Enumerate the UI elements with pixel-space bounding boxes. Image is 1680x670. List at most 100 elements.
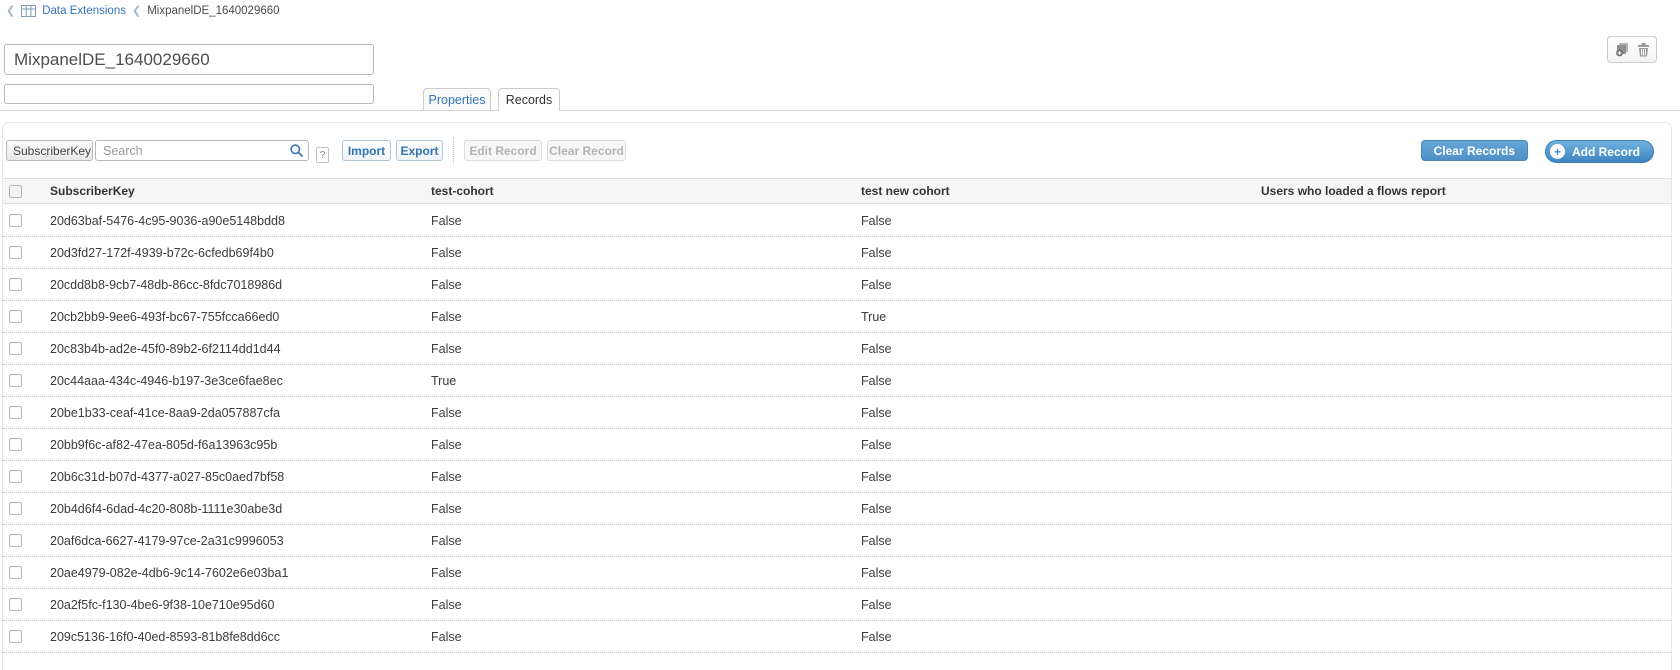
cell-test-new-cohort: False: [861, 406, 1261, 420]
row-checkbox[interactable]: [9, 598, 22, 611]
breadcrumb-separator-icon: ❮: [132, 6, 141, 17]
row-checkbox[interactable]: [9, 278, 22, 291]
copy-icon[interactable]: [1615, 42, 1630, 57]
row-checkbox[interactable]: [9, 502, 22, 515]
cell-subscriberkey: 20cb2bb9-9ee6-493f-bc67-755fcca66ed0: [50, 310, 431, 324]
cell-subscriberkey: 20c83b4b-ad2e-45f0-89b2-6f2114dd1d44: [50, 342, 431, 356]
add-record-button[interactable]: + Add Record: [1545, 140, 1654, 163]
row-checkbox[interactable]: [9, 214, 22, 227]
cell-test-cohort: False: [431, 502, 861, 516]
edit-record-button[interactable]: Edit Record: [464, 140, 542, 161]
cell-test-cohort: False: [431, 566, 861, 580]
cell-test-new-cohort: False: [861, 214, 1261, 228]
header-action-group: [1607, 36, 1657, 63]
column-header-users-flows-report[interactable]: Users who loaded a flows report: [1261, 184, 1671, 198]
row-checkbox[interactable]: [9, 470, 22, 483]
row-checkbox[interactable]: [9, 630, 22, 643]
table-row[interactable]: 20cdd8b8-9cb7-48db-86cc-8fdc7018986d Fal…: [3, 269, 1671, 301]
table-row[interactable]: 20d63baf-5476-4c95-9036-a90e5148bdd8 Fal…: [3, 205, 1671, 237]
back-chevron-icon[interactable]: ❮: [6, 6, 15, 17]
cell-test-new-cohort: False: [861, 534, 1261, 548]
row-checkbox[interactable]: [9, 566, 22, 579]
breadcrumb-data-extensions-link[interactable]: Data Extensions: [42, 5, 126, 17]
toolbar-separator: [453, 137, 454, 163]
table-row[interactable]: 20c83b4b-ad2e-45f0-89b2-6f2114dd1d44 Fal…: [3, 333, 1671, 365]
plus-icon: +: [1550, 144, 1565, 159]
data-extensions-icon: [21, 5, 36, 17]
extension-description-field[interactable]: [4, 84, 374, 104]
select-all-checkbox[interactable]: [9, 185, 22, 198]
breadcrumb: ❮ Data Extensions ❮ MixpanelDE_164002966…: [6, 3, 280, 19]
cell-test-new-cohort: False: [861, 374, 1261, 388]
cell-subscriberkey: 20ae4979-082e-4db6-9c14-7602e6e03ba1: [50, 566, 431, 580]
table-row[interactable]: 20bb9f6c-af82-47ea-805d-f6a13963c95b Fal…: [3, 429, 1671, 461]
cell-test-new-cohort: False: [861, 278, 1261, 292]
records-panel: SubscriberKey ▾ ? Import Export Edit Rec…: [2, 122, 1672, 670]
cell-subscriberkey: 20af6dca-6627-4179-97ce-2a31c9996053: [50, 534, 431, 548]
cell-subscriberkey: 20d3fd27-172f-4939-b72c-6cfedb69f4b0: [50, 246, 431, 260]
tab-records[interactable]: Records: [498, 88, 560, 111]
table-row[interactable]: 20a2f5fc-f130-4be6-9f38-10e710e95d60 Fal…: [3, 589, 1671, 621]
table-row[interactable]: 20c44aaa-434c-4946-b197-3e3ce6fae8ec Tru…: [3, 365, 1671, 397]
search-icon[interactable]: [289, 143, 305, 159]
tab-properties[interactable]: Properties: [423, 88, 491, 110]
row-checkbox[interactable]: [9, 310, 22, 323]
table-row[interactable]: 20ae4979-082e-4db6-9c14-7602e6e03ba1 Fal…: [3, 557, 1671, 589]
table-row[interactable]: 20d3fd27-172f-4939-b72c-6cfedb69f4b0 Fal…: [3, 237, 1671, 269]
table-row[interactable]: 20b4d6f4-6dad-4c20-808b-1111e30abe3d Fal…: [3, 493, 1671, 525]
row-checkbox[interactable]: [9, 438, 22, 451]
cell-test-new-cohort: False: [861, 630, 1261, 644]
column-header-subscriberkey[interactable]: SubscriberKey: [50, 184, 431, 198]
table-row[interactable]: 20cb2bb9-9ee6-493f-bc67-755fcca66ed0 Fal…: [3, 301, 1671, 333]
tab-divider: [0, 110, 1680, 111]
cell-test-cohort: False: [431, 342, 861, 356]
cell-test-cohort: False: [431, 406, 861, 420]
table-row[interactable]: 20af6dca-6627-4179-97ce-2a31c9996053 Fal…: [3, 525, 1671, 557]
cell-subscriberkey: 20b6c31d-b07d-4377-a027-85c0aed7bf58: [50, 470, 431, 484]
import-button[interactable]: Import: [342, 140, 391, 161]
column-header-test-cohort[interactable]: test-cohort: [431, 184, 861, 198]
cell-test-new-cohort: False: [861, 438, 1261, 452]
extension-name-field[interactable]: [4, 44, 374, 75]
table-row[interactable]: 20b6c31d-b07d-4377-a027-85c0aed7bf58 Fal…: [3, 461, 1671, 493]
cell-test-new-cohort: False: [861, 246, 1261, 260]
cell-subscriberkey: 209c5136-16f0-40ed-8593-81b8fe8dd6cc: [50, 630, 431, 644]
cell-subscriberkey: 20cdd8b8-9cb7-48db-86cc-8fdc7018986d: [50, 278, 431, 292]
table-body: 20d63baf-5476-4c95-9036-a90e5148bdd8 Fal…: [3, 205, 1671, 653]
cell-test-cohort: False: [431, 438, 861, 452]
cell-test-cohort: False: [431, 630, 861, 644]
table-row[interactable]: 20be1b33-ceaf-41ce-8aa9-2da057887cfa Fal…: [3, 397, 1671, 429]
clear-records-button[interactable]: Clear Records: [1421, 140, 1528, 161]
cell-test-new-cohort: False: [861, 598, 1261, 612]
row-checkbox[interactable]: [9, 374, 22, 387]
cell-test-cohort: False: [431, 214, 861, 228]
table-row[interactable]: 209c5136-16f0-40ed-8593-81b8fe8dd6cc Fal…: [3, 621, 1671, 653]
cell-test-cohort: False: [431, 310, 861, 324]
row-checkbox[interactable]: [9, 342, 22, 355]
add-record-label: Add Record: [1572, 145, 1640, 159]
search-input[interactable]: [95, 140, 309, 161]
cell-test-new-cohort: False: [861, 502, 1261, 516]
cell-subscriberkey: 20d63baf-5476-4c95-9036-a90e5148bdd8: [50, 214, 431, 228]
row-checkbox[interactable]: [9, 534, 22, 547]
search-field-dropdown[interactable]: SubscriberKey ▾: [6, 140, 93, 161]
column-header-test-new-cohort[interactable]: test new cohort: [861, 184, 1261, 198]
cell-test-new-cohort: False: [861, 470, 1261, 484]
cell-test-cohort: False: [431, 598, 861, 612]
cell-test-new-cohort: False: [861, 342, 1261, 356]
cell-subscriberkey: 20be1b33-ceaf-41ce-8aa9-2da057887cfa: [50, 406, 431, 420]
cell-subscriberkey: 20a2f5fc-f130-4be6-9f38-10e710e95d60: [50, 598, 431, 612]
search-box: [95, 140, 309, 161]
table-header-row: SubscriberKey test-cohort test new cohor…: [3, 178, 1671, 204]
delete-icon[interactable]: [1637, 42, 1650, 57]
clear-record-button[interactable]: Clear Record: [547, 140, 626, 161]
search-field-value: SubscriberKey: [13, 144, 91, 158]
cell-test-cohort: False: [431, 470, 861, 484]
help-icon[interactable]: ?: [316, 147, 329, 163]
row-checkbox[interactable]: [9, 406, 22, 419]
export-button[interactable]: Export: [396, 140, 443, 161]
records-toolbar: SubscriberKey ▾ ? Import Export Edit Rec…: [5, 140, 1663, 164]
cell-test-cohort: False: [431, 278, 861, 292]
cell-subscriberkey: 20bb9f6c-af82-47ea-805d-f6a13963c95b: [50, 438, 431, 452]
row-checkbox[interactable]: [9, 246, 22, 259]
